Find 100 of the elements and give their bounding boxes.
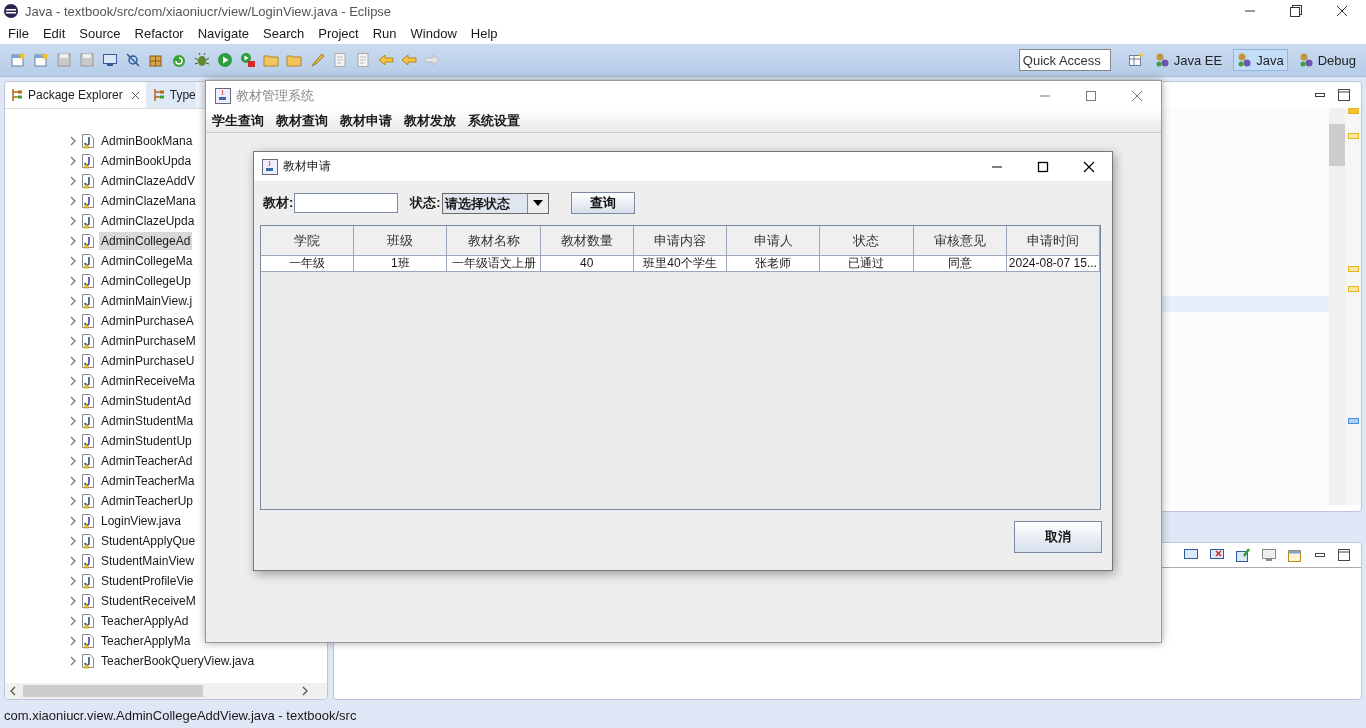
file-name[interactable]: AdminBookMana	[99, 132, 195, 150]
window-icon[interactable]	[1287, 547, 1303, 563]
menu-item[interactable]: File	[8, 25, 29, 41]
column-header[interactable]: 学院	[261, 226, 355, 256]
file-name[interactable]: LoginView.java	[99, 512, 183, 530]
file-name[interactable]: AdminStudentUp	[99, 432, 194, 450]
book-input-field[interactable]	[294, 193, 399, 213]
menu-item[interactable]: Help	[470, 25, 498, 41]
file-name[interactable]: AdminClazeAddV	[99, 172, 198, 190]
close-icon[interactable]	[130, 90, 140, 100]
cancel-button[interactable]: 取消	[1014, 521, 1102, 553]
link-icon[interactable]	[125, 52, 141, 68]
menu-item[interactable]: 教材查询	[276, 112, 328, 130]
column-header[interactable]: 班级	[354, 226, 448, 256]
new-icon[interactable]	[10, 52, 26, 68]
scrollbar-thumb[interactable]	[23, 685, 203, 697]
file-name[interactable]: AdminTeacherAd	[99, 452, 195, 470]
status-dropdown[interactable]: 请选择状态	[441, 192, 549, 214]
file-name[interactable]: TeacherApplyAd	[99, 612, 191, 630]
table-cell: 2024-08-07 15...	[1006, 256, 1100, 272]
java-file-icon	[81, 253, 95, 269]
file-name[interactable]: StudentReceiveM	[99, 592, 198, 610]
perspective-button[interactable]: Java EE	[1150, 49, 1227, 71]
menu-item[interactable]: Refactor	[134, 25, 184, 41]
maximize-view-icon[interactable]	[1337, 548, 1351, 562]
close-icon[interactable]	[1083, 160, 1095, 173]
field-label: 状态:	[410, 194, 441, 212]
file-name[interactable]: AdminStudentMa	[99, 412, 196, 430]
file-name[interactable]: AdminPurchaseU	[99, 352, 197, 370]
menu-item[interactable]: Edit	[42, 25, 66, 41]
refresh-icon[interactable]	[171, 52, 187, 68]
column-header[interactable]: 申请时间	[1006, 226, 1100, 256]
file-name[interactable]: AdminClazeMana	[99, 192, 198, 210]
file-name[interactable]: TeacherApplyMa	[99, 632, 193, 650]
menu-item[interactable]: 教材申请	[340, 112, 392, 130]
view-tab[interactable]: Package Explorer	[5, 82, 145, 108]
file-name[interactable]: StudentProfileVie	[99, 572, 196, 590]
file-name[interactable]: AdminPurchaseA	[99, 312, 196, 330]
monitor-icon[interactable]	[1261, 547, 1277, 563]
maximize-view-icon[interactable]	[1337, 88, 1351, 102]
column-header[interactable]: 申请内容	[633, 226, 728, 256]
package-icon[interactable]	[148, 52, 164, 68]
menu-item[interactable]: Project	[318, 25, 359, 41]
bug-icon[interactable]	[194, 52, 210, 68]
hierarchy-icon	[10, 88, 24, 102]
file-name[interactable]: AdminStudentAd	[99, 392, 194, 410]
file-name[interactable]: AdminCollegeAd	[99, 232, 193, 250]
scroll-left-icon[interactable]	[9, 686, 17, 696]
column-header[interactable]: 教材数量	[540, 226, 634, 256]
query-button[interactable]: 查询	[570, 192, 635, 214]
file-name[interactable]: AdminTeacherUp	[99, 492, 196, 510]
app-window-title: 教材管理系统	[236, 86, 314, 105]
java-file-icon	[81, 213, 95, 229]
file-name[interactable]: StudentMainView	[99, 552, 197, 570]
file-name[interactable]: AdminTeacherMa	[99, 472, 197, 490]
java-file-icon	[81, 533, 95, 549]
file-name[interactable]: AdminClazeUpda	[99, 212, 197, 230]
column-header[interactable]: 审核意见	[913, 226, 1007, 256]
new-icon[interactable]	[33, 52, 49, 68]
menu-item[interactable]: Window	[410, 25, 457, 41]
perspective-button[interactable]: Java	[1233, 49, 1288, 71]
menu-item[interactable]: Run	[372, 25, 397, 41]
hierarchy-icon	[151, 88, 166, 102]
file-name[interactable]: TeacherBookQueryView.java	[99, 652, 257, 670]
file-name[interactable]: AdminCollegeMa	[99, 252, 195, 270]
pin-icon[interactable]	[1235, 547, 1251, 563]
file-name[interactable]: AdminPurchaseM	[99, 332, 198, 350]
menu-item[interactable]: 系统设置	[468, 112, 520, 130]
menu-item[interactable]: Search	[263, 25, 305, 41]
warning-marker	[1348, 133, 1359, 139]
open-perspective-icon[interactable]	[1127, 52, 1144, 68]
maximize-icon[interactable]	[1037, 160, 1049, 173]
perspective-button[interactable]: Debug	[1294, 49, 1360, 71]
file-name[interactable]: StudentApplyQue	[99, 532, 198, 550]
maximize-icon[interactable]	[1290, 5, 1302, 17]
dropdown-arrow-icon[interactable]	[532, 200, 543, 206]
close-icon[interactable]	[1336, 5, 1348, 17]
warning-marker	[1348, 266, 1359, 272]
column-header[interactable]: 状态	[820, 226, 914, 256]
vertical-scrollbar[interactable]	[1329, 108, 1345, 505]
file-name[interactable]: AdminCollegeUp	[99, 272, 194, 290]
scroll-right-icon[interactable]	[301, 686, 309, 696]
run-tools-icon[interactable]	[240, 52, 256, 68]
file-name[interactable]: AdminBookUpda	[99, 152, 194, 170]
brush-icon[interactable]	[309, 52, 325, 68]
file-name[interactable]: AdminMainView.j	[99, 292, 195, 310]
menu-item[interactable]: Navigate	[197, 25, 249, 41]
menu-item[interactable]: 教材发放	[404, 112, 456, 130]
file-name[interactable]: AdminReceiveMa	[99, 372, 198, 390]
view-tab[interactable]: Type	[146, 82, 196, 108]
run-icon[interactable]	[217, 52, 233, 68]
menu-item[interactable]: 学生查询	[212, 112, 264, 130]
column-header[interactable]: 教材名称	[447, 226, 541, 256]
eclipse-logo-icon	[3, 3, 19, 19]
quick-access-field[interactable]: Quick Access	[1018, 49, 1111, 71]
monitor-icon[interactable]	[102, 52, 118, 68]
java-file-icon	[81, 473, 95, 489]
column-header[interactable]: 申请人	[727, 226, 821, 256]
java-file-icon	[81, 193, 95, 209]
menu-item[interactable]: Source	[79, 25, 121, 41]
